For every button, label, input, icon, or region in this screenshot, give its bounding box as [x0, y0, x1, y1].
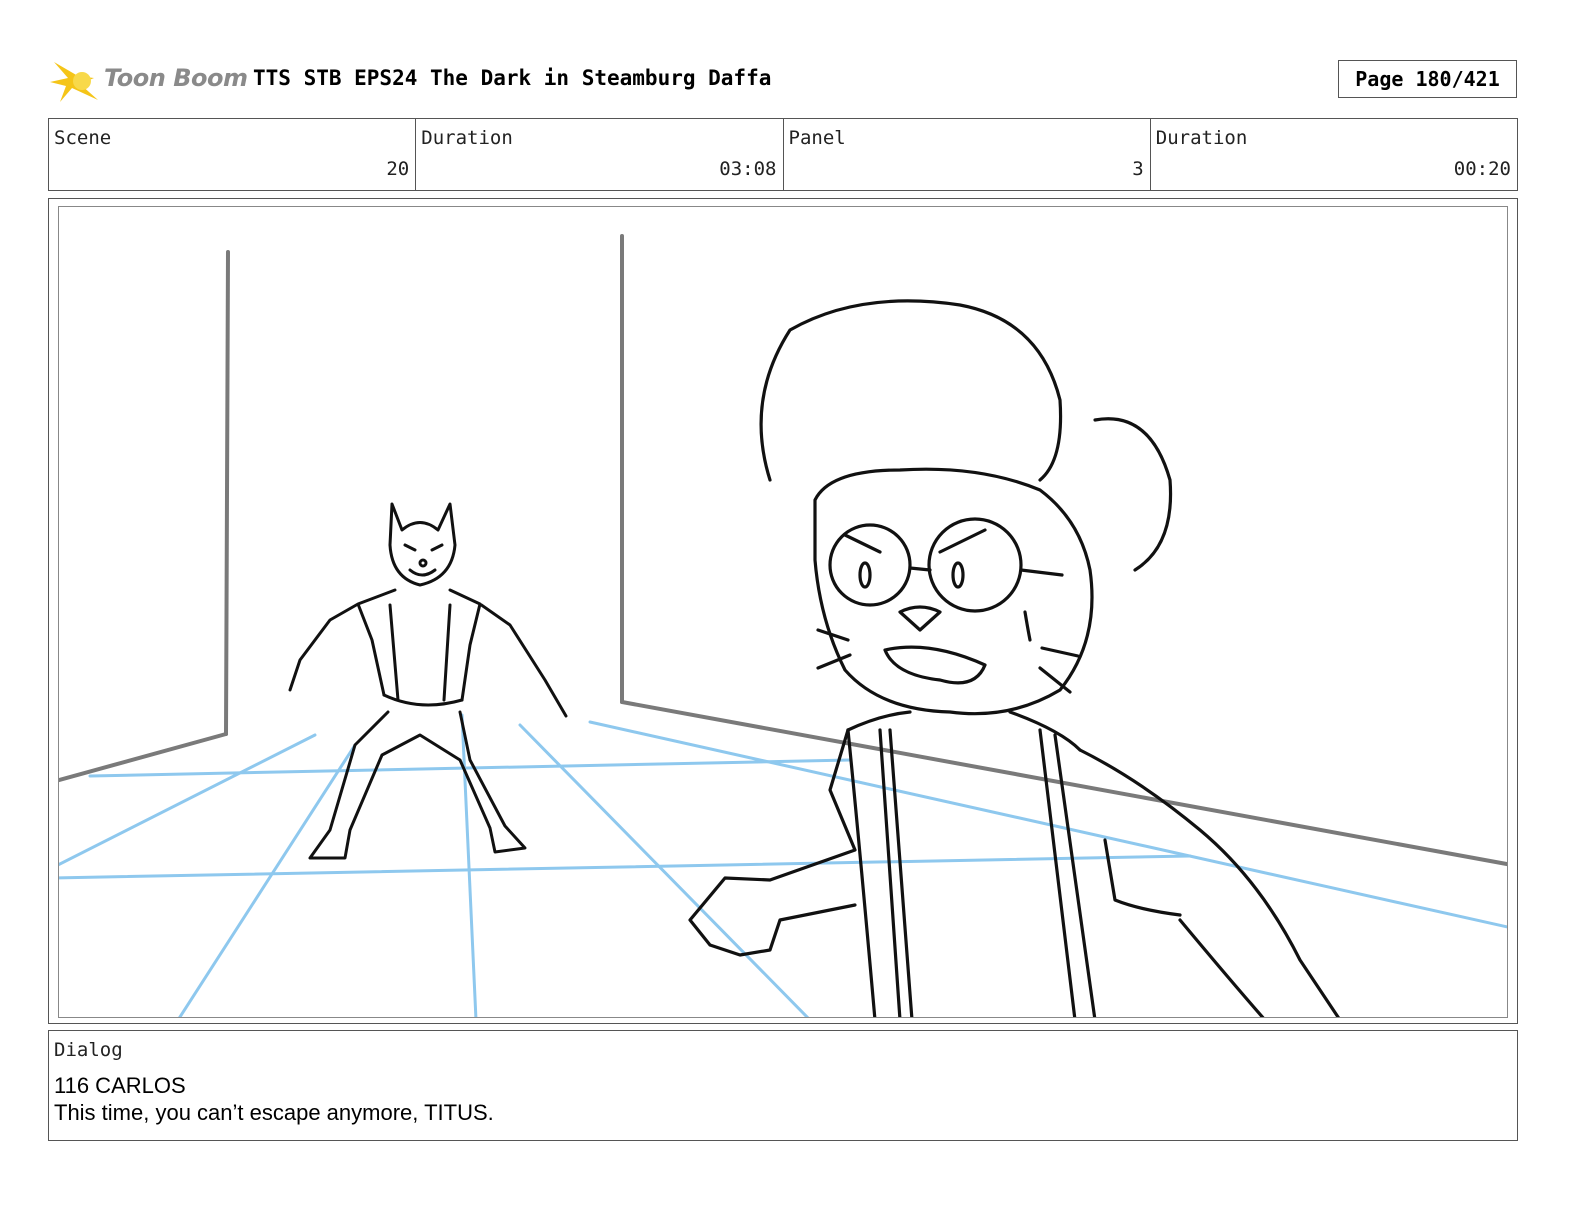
scene-label: Scene	[54, 127, 112, 149]
scene-value: 20	[386, 158, 410, 180]
dialog-box: Dialog 116 CARLOS This time, you can’t e…	[48, 1030, 1518, 1141]
panel-value: 3	[1132, 158, 1144, 180]
scene-cell: Scene 20	[49, 119, 417, 190]
panel-label: Panel	[788, 127, 846, 149]
toon-boom-logo: Toon Boom	[50, 56, 248, 106]
info-table: Scene 20 Duration 03:08 Panel 3 Duration…	[48, 118, 1518, 191]
storyboard-sketch	[58, 206, 1508, 1018]
logo-text: Toon Boom	[104, 64, 248, 92]
scene-duration-label: Duration	[421, 127, 513, 149]
titus-cat-figure	[288, 502, 568, 860]
document-title: TTS STB EPS24 The Dark in Steamburg Daff…	[253, 66, 772, 90]
sketch-drawing	[59, 234, 1507, 1017]
page-number: Page 180/421	[1338, 60, 1517, 98]
panel-cell: Panel 3	[784, 119, 1151, 190]
starburst-icon	[50, 62, 98, 102]
panel-duration-label: Duration	[1155, 127, 1248, 149]
perspective-grid	[59, 713, 1507, 1017]
scene-duration-value: 03:08	[719, 158, 777, 180]
dialog-speaker: 116 CARLOS	[54, 1073, 186, 1098]
panel-duration-value: 00:20	[1453, 158, 1511, 180]
dialog-label: Dialog	[54, 1039, 123, 1061]
scene-duration-cell: Duration 03:08	[416, 119, 784, 190]
carlos-figure	[688, 299, 1340, 1017]
panel-duration-cell: Duration 00:20	[1151, 119, 1517, 190]
dialog-text: This time, you can’t escape anymore, TIT…	[54, 1100, 494, 1125]
